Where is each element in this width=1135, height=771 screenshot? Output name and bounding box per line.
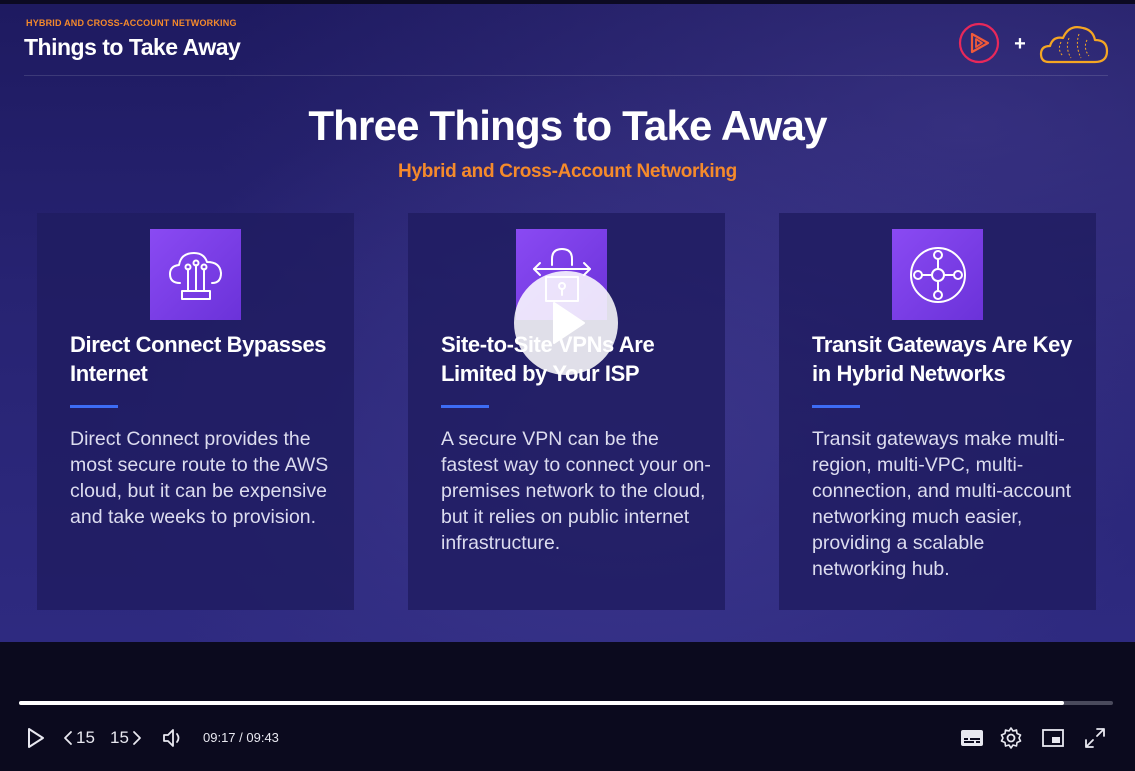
logo-plus-sign: +: [1014, 33, 1026, 55]
card-body: Transit gateways make multi-region, mult…: [812, 428, 1072, 580]
section-kicker: HYBRID AND CROSS-ACCOUNT NETWORKING: [26, 18, 237, 28]
time-readout: 09:17 / 09:43: [203, 730, 279, 745]
picture-in-picture-button[interactable]: [1041, 725, 1065, 751]
takeaway-card-transit-gateway: Transit Gateways Are Key in Hybrid Netwo…: [779, 213, 1096, 610]
video-slide[interactable]: HYBRID AND CROSS-ACCOUNT NETWORKING Thin…: [0, 0, 1135, 642]
play-logo-icon: [958, 22, 1000, 64]
volume-icon: [163, 729, 180, 747]
video-player-controls: 15 15 09:17 / 09:43: [0, 642, 1135, 771]
takeaway-card-direct-connect: Direct Connect Bypasses Internet Direct …: [37, 213, 354, 610]
play-icon: [28, 728, 44, 748]
play-icon: [553, 302, 585, 344]
volume-button[interactable]: [161, 725, 185, 751]
captions-icon: [961, 730, 983, 746]
settings-icon: [1000, 727, 1022, 749]
card-body: Direct Connect provides the most secure …: [70, 428, 329, 528]
captions-button[interactable]: [960, 725, 984, 751]
skip-forward-label: 15: [110, 728, 129, 747]
main-subtitle: Hybrid and Cross-Account Networking: [398, 161, 737, 182]
cloud-connect-icon: [150, 229, 241, 320]
big-play-button[interactable]: [514, 271, 618, 375]
skip-back-label: 15: [76, 728, 95, 747]
transit-gateway-icon: [892, 229, 983, 320]
picture-in-picture-icon: [1042, 729, 1064, 747]
skip-forward-button[interactable]: 15: [110, 725, 142, 751]
card-title: Transit Gateways Are Key in Hybrid Netwo…: [812, 332, 1072, 386]
progress-fill: [19, 701, 1065, 705]
settings-button[interactable]: [999, 725, 1023, 751]
skip-forward-icon: [133, 731, 141, 745]
slide-heading: Things to Take Away: [24, 34, 241, 60]
card-accent-bar: [70, 405, 118, 408]
header-divider: [24, 75, 1108, 76]
card-accent-bar: [441, 405, 489, 408]
slide-top-edge: [0, 0, 1135, 4]
skip-back-button[interactable]: 15: [63, 725, 95, 751]
fullscreen-icon: [1085, 728, 1105, 748]
main-title: Three Things to Take Away: [308, 102, 827, 149]
card-body: A secure VPN can be the fastest way to c…: [441, 428, 711, 554]
fullscreen-button[interactable]: [1083, 725, 1107, 751]
progress-bar[interactable]: [19, 701, 1113, 705]
card-accent-bar: [812, 405, 860, 408]
skip-back-icon: [64, 731, 72, 745]
cloud-logo-icon: [1039, 26, 1109, 64]
play-button[interactable]: [24, 725, 46, 751]
card-title: Direct Connect Bypasses Internet: [70, 332, 327, 386]
brand-logos: [958, 22, 1109, 64]
